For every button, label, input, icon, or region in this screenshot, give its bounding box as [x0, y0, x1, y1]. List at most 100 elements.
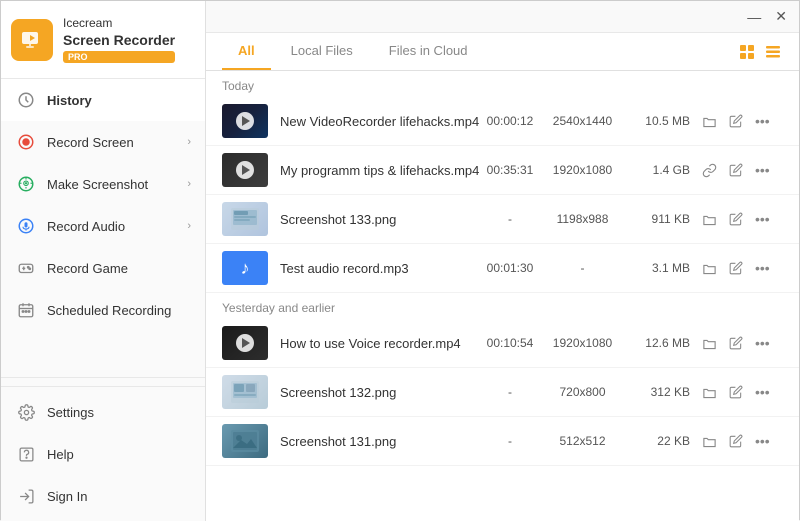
- sidebar-item-help[interactable]: Help: [1, 433, 205, 475]
- file-thumbnail: [222, 153, 268, 187]
- more-button[interactable]: •••: [753, 333, 772, 353]
- grid-view-button[interactable]: [737, 42, 757, 62]
- more-button[interactable]: •••: [753, 111, 772, 131]
- file-name: My programm tips & lifehacks.mp4: [280, 163, 480, 178]
- sidebar-item-record-audio-label: Record Audio: [47, 219, 125, 234]
- folder-button[interactable]: [700, 259, 719, 278]
- gear-icon: [15, 401, 37, 423]
- tab-local-files[interactable]: Local Files: [275, 33, 369, 70]
- file-row[interactable]: Screenshot 131.png - 512x512 22 KB •••: [206, 417, 799, 466]
- play-button[interactable]: [236, 334, 254, 352]
- file-resolution: -: [540, 261, 625, 275]
- file-row[interactable]: ♪ Test audio record.mp3 00:01:30 - 3.1 M…: [206, 244, 799, 293]
- signin-icon: [15, 485, 37, 507]
- edit-button[interactable]: [727, 210, 745, 228]
- edit-button[interactable]: [727, 383, 745, 401]
- nav-divider: [1, 386, 205, 387]
- sidebar-item-record-game[interactable]: Record Game: [1, 247, 205, 289]
- play-triangle-icon: [242, 116, 250, 126]
- tab-files-in-cloud[interactable]: Files in Cloud: [373, 33, 484, 70]
- file-thumbnail: [222, 424, 268, 458]
- folder-button[interactable]: [700, 432, 719, 451]
- link-button[interactable]: [700, 161, 719, 180]
- file-thumbnail: [222, 326, 268, 360]
- file-actions: •••: [700, 209, 772, 229]
- file-row[interactable]: My programm tips & lifehacks.mp4 00:35:3…: [206, 146, 799, 195]
- sidebar-item-settings[interactable]: Settings: [1, 391, 205, 433]
- file-actions: •••: [700, 160, 772, 180]
- play-triangle-icon: [242, 338, 250, 348]
- folder-button[interactable]: [700, 334, 719, 353]
- file-actions: •••: [700, 258, 772, 278]
- edit-button[interactable]: [727, 161, 745, 179]
- game-icon: [15, 257, 37, 279]
- edit-button[interactable]: [727, 112, 745, 130]
- sidebar-item-help-label: Help: [47, 447, 74, 462]
- sidebar-item-sign-in[interactable]: Sign In: [1, 475, 205, 517]
- more-button[interactable]: •••: [753, 160, 772, 180]
- file-thumbnail: ♪: [222, 251, 268, 285]
- section-yesterday-label: Yesterday and earlier: [206, 293, 799, 319]
- play-button[interactable]: [236, 112, 254, 130]
- file-actions: •••: [700, 431, 772, 451]
- file-row[interactable]: New VideoRecorder lifehacks.mp4 00:00:12…: [206, 97, 799, 146]
- file-row[interactable]: Screenshot 132.png - 720x800 312 KB •••: [206, 368, 799, 417]
- file-size: 12.6 MB: [625, 336, 690, 350]
- more-button[interactable]: •••: [753, 382, 772, 402]
- list-view-button[interactable]: [763, 42, 783, 62]
- minimize-button[interactable]: —: [747, 9, 761, 25]
- file-name: Test audio record.mp3: [280, 261, 480, 276]
- file-size: 312 KB: [625, 385, 690, 399]
- chevron-right-icon-2: ›: [187, 178, 191, 190]
- file-duration: -: [480, 385, 540, 399]
- file-size: 22 KB: [625, 434, 690, 448]
- close-button[interactable]: ✕: [775, 8, 787, 25]
- sidebar-item-make-screenshot[interactable]: Make Screenshot ›: [1, 163, 205, 205]
- file-duration: 00:00:12: [480, 114, 540, 128]
- sidebar-item-scheduled-recording[interactable]: Scheduled Recording: [1, 289, 205, 331]
- sidebar-item-record-screen[interactable]: Record Screen ›: [1, 121, 205, 163]
- file-row[interactable]: Screenshot 133.png - 1198x988 911 KB •••: [206, 195, 799, 244]
- sidebar-item-record-audio[interactable]: Record Audio ›: [1, 205, 205, 247]
- screenshot-icon: [15, 173, 37, 195]
- file-size: 3.1 MB: [625, 261, 690, 275]
- sidebar-item-make-screenshot-label: Make Screenshot: [47, 177, 148, 192]
- calendar-icon: [15, 299, 37, 321]
- clock-icon: [15, 89, 37, 111]
- file-size: 10.5 MB: [625, 114, 690, 128]
- file-actions: •••: [700, 111, 772, 131]
- logo-subtitle: Screen Recorder: [63, 31, 175, 49]
- record-screen-icon: [15, 131, 37, 153]
- file-resolution: 1920x1080: [540, 163, 625, 177]
- edit-button[interactable]: [727, 432, 745, 450]
- logo-area: Icecream Screen Recorder PRO: [1, 1, 205, 79]
- more-button[interactable]: •••: [753, 209, 772, 229]
- more-button[interactable]: •••: [753, 431, 772, 451]
- file-row[interactable]: How to use Voice recorder.mp4 00:10:54 1…: [206, 319, 799, 368]
- play-button[interactable]: [236, 161, 254, 179]
- main-panel: — ✕ All Local Files Files in Cloud: [206, 1, 799, 521]
- sidebar-item-history[interactable]: History: [1, 79, 205, 121]
- file-duration: 00:01:30: [480, 261, 540, 275]
- app-logo-icon: [11, 19, 53, 61]
- logo-text: Icecream Screen Recorder PRO: [63, 16, 175, 63]
- chevron-right-icon: ›: [187, 136, 191, 148]
- folder-button[interactable]: [700, 210, 719, 229]
- file-name: How to use Voice recorder.mp4: [280, 336, 480, 351]
- music-note-icon: ♪: [241, 258, 250, 279]
- pro-badge: PRO: [63, 51, 175, 63]
- logo-title: Icecream: [63, 16, 175, 30]
- sidebar-item-settings-label: Settings: [47, 405, 94, 420]
- edit-button[interactable]: [727, 334, 745, 352]
- file-duration: -: [480, 434, 540, 448]
- tab-all[interactable]: All: [222, 33, 271, 70]
- file-thumbnail: [222, 375, 268, 409]
- sidebar-item-history-label: History: [47, 93, 92, 108]
- folder-button[interactable]: [700, 112, 719, 131]
- play-triangle-icon: [242, 165, 250, 175]
- folder-button[interactable]: [700, 383, 719, 402]
- mic-icon: [15, 215, 37, 237]
- more-button[interactable]: •••: [753, 258, 772, 278]
- file-duration: 00:35:31: [480, 163, 540, 177]
- edit-button[interactable]: [727, 259, 745, 277]
